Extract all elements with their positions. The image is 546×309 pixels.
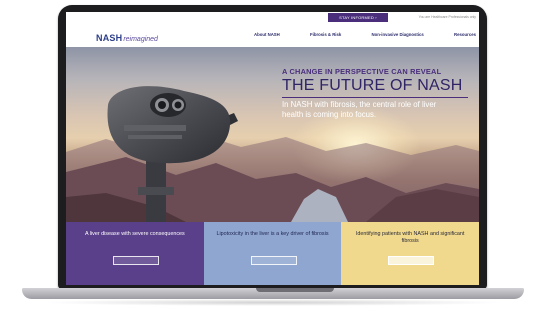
tile-text: A liver disease with severe consequences (84, 231, 185, 237)
nav-link-resources[interactable]: Resources (454, 32, 476, 37)
logo-tagline: reimagined (123, 36, 158, 43)
stay-informed-label: STAY INFORMED (339, 15, 374, 20)
chevron-right-icon: › (375, 15, 377, 20)
laptop-screen: STAY INFORMED › You are Healthcare Profe… (66, 12, 479, 285)
hero-tagline: A CHANGE IN PERSPECTIVE CAN REVEAL (282, 67, 442, 76)
laptop-base (22, 288, 524, 299)
main-nav: NASHreimagined About NASH Fibrosis & Ris… (66, 23, 479, 58)
hero-banner: A CHANGE IN PERSPECTIVE CAN REVEAL THE F… (66, 47, 479, 222)
tile-identifying-patients: Identifying patients with NASH and signi… (341, 222, 479, 285)
logo-wordmark: NASH (96, 33, 123, 43)
tile-lipotoxicity: Lipotoxicity in the liver is a key drive… (203, 222, 342, 285)
tile-learn-more-button[interactable] (112, 256, 159, 265)
nav-link-diagnostics[interactable]: Non-invasive Diagnostics (372, 32, 424, 37)
hero-title-underline (282, 97, 468, 98)
tile-severe-consequences: A liver disease with severe consequences (66, 222, 204, 285)
stay-informed-button[interactable]: STAY INFORMED › (328, 13, 388, 22)
hero-subtitle: In NASH with fibrosis, the central role … (282, 100, 437, 119)
info-tiles: A liver disease with severe consequences… (66, 222, 479, 285)
tile-text: Identifying patients with NASH and signi… (355, 231, 465, 244)
tile-learn-more-button[interactable] (388, 256, 435, 265)
utility-bar: STAY INFORMED › You are Healthcare Profe… (66, 12, 479, 23)
hcp-link[interactable]: You are Healthcare Professionals only (392, 13, 476, 22)
nav-link-about-nash[interactable]: About NASH (254, 32, 280, 37)
tile-text: Lipotoxicity in the liver is a key drive… (216, 231, 329, 237)
laptop-mockup: STAY INFORMED › You are Healthcare Profe… (0, 0, 546, 309)
hero-title: THE FUTURE OF NASH (282, 77, 463, 94)
tile-learn-more-button[interactable] (250, 256, 297, 265)
nav-links: About NASH Fibrosis & Risk Non-invasive … (254, 32, 476, 37)
laptop-notch (256, 288, 334, 292)
nav-link-fibrosis-risk[interactable]: Fibrosis & Risk (310, 32, 341, 37)
site-logo[interactable]: NASHreimagined (96, 28, 158, 46)
laptop-shadow (40, 299, 506, 306)
